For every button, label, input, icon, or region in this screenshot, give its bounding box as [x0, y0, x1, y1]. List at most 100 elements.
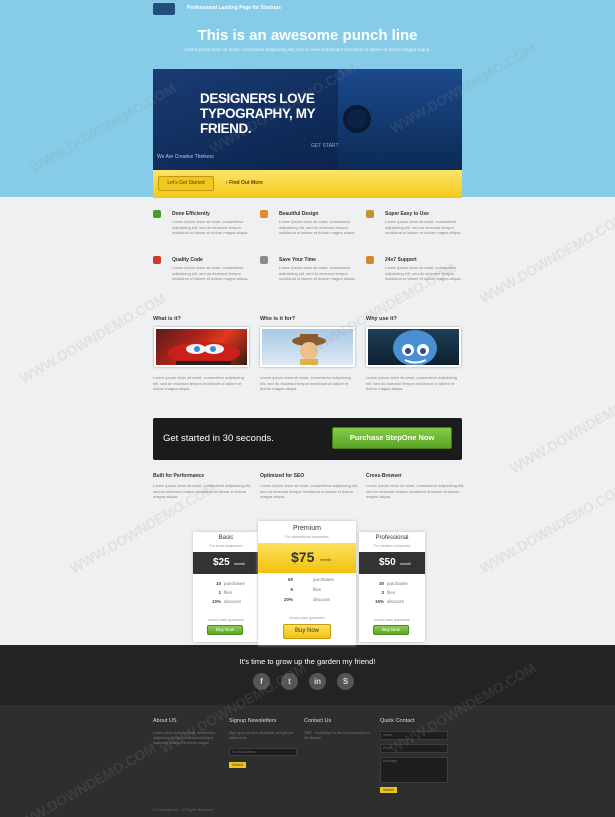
plan-name: Premium: [292, 525, 321, 532]
quick-name-input[interactable]: Name: [380, 731, 448, 740]
feature-text: Lorem ipsum dolor sit amet, consectetur …: [385, 265, 462, 281]
banner-headline: DESIGNERS LOVE TYPOGRAPHY, MY FRIEND.: [200, 91, 316, 136]
get-started-panel: Get started in 30 seconds. Purchase Step…: [153, 418, 462, 460]
pricing-card-premium: Premium For international companies $75 …: [258, 521, 356, 645]
pricing-card-professional: Professional For medium companies $50 /m…: [359, 532, 425, 642]
banner-headline-line-3: FRIEND.: [200, 121, 252, 136]
price-bar: $25 /month: [193, 552, 259, 574]
watermark-text: WWW.DOWNDEMO.COM: [477, 209, 615, 307]
logo[interactable]: [153, 3, 175, 15]
watermark-text: WWW.DOWNDEMO.COM: [507, 379, 615, 477]
plan-price: $25: [213, 557, 230, 568]
perf-heading-performance: Built for Performance: [153, 473, 205, 479]
quick-message-textarea[interactable]: Message: [380, 757, 448, 783]
buy-now-button-premium[interactable]: Buy Now: [283, 624, 331, 639]
newsletter-email-input[interactable]: E-mail address: [229, 748, 297, 756]
col-heading-who: Who is it for?: [260, 316, 296, 322]
plan-period: /month: [234, 562, 245, 566]
megamind-image: [366, 327, 461, 367]
facebook-icon[interactable]: f: [253, 673, 270, 690]
contact-heading: Contact Us: [304, 718, 332, 724]
perf-heading-seo: Optimized for SEO: [260, 473, 305, 479]
clock-icon: [260, 256, 268, 264]
about-heading: About US: [153, 718, 177, 724]
punch-line: This is an awesome punch line: [197, 27, 418, 44]
find-out-more-link[interactable]: › Find Out More: [226, 180, 263, 186]
quick-submit-button[interactable]: Submit: [380, 787, 397, 793]
checkmark-icon: [153, 210, 161, 218]
chevron-right-icon: ›: [226, 180, 228, 186]
col-text-why: Lorem ipsum dolor sit amet, consectetur …: [366, 375, 457, 391]
col-text-what: Lorem ipsum dolor sit amet, consectetur …: [153, 375, 244, 391]
plan-name: Professional: [375, 535, 409, 541]
col-heading-why: Why use it?: [366, 316, 397, 322]
twitter-icon[interactable]: t: [281, 673, 298, 690]
feature-text: Lorem ipsum dolor sit amet, consectetur …: [279, 265, 356, 281]
footer-social-band: [0, 645, 615, 705]
buy-now-button-basic[interactable]: Buy Now: [207, 625, 243, 635]
plan-name: Basic: [218, 535, 234, 541]
plan-subtitle: For international companies: [285, 535, 329, 539]
support-icon: [366, 256, 374, 264]
plan-period: /month: [320, 558, 331, 562]
punch-subtext: Lorem ipsum dolor sit amet, consectetur …: [184, 47, 431, 52]
hero-banner: DESIGNERS LOVE TYPOGRAPHY, MY FRIEND. GE…: [153, 69, 462, 170]
feature-text: Lorem ipsum dolor sit amet, consectetur …: [172, 219, 249, 235]
banner-caption-right: GET START: [311, 143, 339, 149]
plan-price: $75: [291, 549, 315, 565]
quick-contact-heading: Quick Contact: [380, 718, 415, 724]
red-car-illustration: [168, 342, 240, 365]
cta-strip: Let's Get Started › Find Out More: [153, 170, 462, 198]
plan-subtitle: For small businesses: [209, 544, 243, 548]
box-icon: [366, 210, 374, 218]
perf-text-seo: Lorem ipsum dolor sit amet, consectetur …: [260, 483, 359, 499]
watermark-text: WWW.DOWNDEMO.COM: [17, 289, 169, 387]
chart-icon: [260, 210, 268, 218]
feature-title: Save Your Time: [279, 257, 316, 263]
skype-icon[interactable]: S: [337, 673, 354, 690]
plan-guarantee: money back guarantee: [289, 616, 325, 620]
plan-guarantee: money back guarantee: [374, 618, 410, 622]
perf-text-browser: Lorem ipsum dolor sit amet, consectetur …: [366, 483, 465, 499]
heart-icon: [153, 256, 161, 264]
col-text-who: Lorem ipsum dolor sit amet, consectetur …: [260, 375, 351, 391]
find-out-label: Find Out More: [229, 180, 263, 186]
feature-text: Lorem ipsum dolor sit amet, consectetur …: [279, 219, 356, 235]
plan-subtitle: For medium companies: [373, 544, 411, 548]
footer-slogan: It's time to grow up the garden my frien…: [239, 657, 376, 666]
buy-now-button-professional[interactable]: Buy Now: [373, 625, 409, 635]
banner-caption: We Are Creative Thinkers: [157, 154, 214, 160]
contact-text: 1587 - Inneb0ing On the real connection …: [304, 731, 371, 740]
feature-text: Lorem ipsum dolor sit amet, consectetur …: [172, 265, 249, 281]
quick-email-input[interactable]: Email: [380, 744, 448, 753]
newsletter-submit-button[interactable]: Submit: [229, 762, 246, 768]
watermark-text: WWW.DOWNDEMO.COM: [477, 479, 615, 577]
price-bar: $50 /month: [359, 552, 425, 574]
col-heading-what: What is it?: [153, 316, 181, 322]
feature-title: Done Efficiently: [172, 211, 210, 217]
banner-headline-line-1: DESIGNERS LOVE: [200, 91, 315, 106]
feature-title: 24x7 Support: [385, 257, 417, 263]
about-text: Lorem ipsum dolor sit amet, consectetur …: [153, 731, 216, 745]
feature-title: Beautiful Design: [279, 211, 319, 217]
linkedin-icon[interactable]: in: [309, 673, 326, 690]
woody-illustration: [292, 334, 326, 365]
megamind-illustration: [393, 330, 437, 365]
cars-image: [154, 327, 249, 367]
tagline: Professional Landing Page for Startups: [187, 5, 281, 11]
feature-title: Super Easy to Use: [385, 211, 429, 217]
feature-text: Lorem ipsum dolor sit amet, consectetur …: [385, 219, 462, 235]
feature-title: Quality Code: [172, 257, 203, 263]
brand-e-icon: [343, 105, 371, 133]
newsletter-text: Sign up to our free newsletter and get o…: [229, 731, 294, 740]
copyright-text: © Copyright Link - All Rights Reserved: [153, 808, 213, 812]
purchase-button[interactable]: Purchase StepOne Now: [332, 427, 452, 449]
get-started-button[interactable]: Let's Get Started: [158, 176, 214, 191]
banner-headline-line-2: TYPOGRAPHY, MY: [200, 106, 316, 121]
plan-period: /month: [400, 562, 411, 566]
get-started-text: Get started in 30 seconds.: [163, 433, 274, 444]
toy-story-image: [260, 327, 355, 367]
pricing-card-basic: Basic For small businesses $25 /month 10…: [193, 532, 259, 642]
plan-guarantee: money back guarantee: [208, 618, 244, 622]
perf-heading-browser: Cross-Browser: [366, 473, 402, 479]
